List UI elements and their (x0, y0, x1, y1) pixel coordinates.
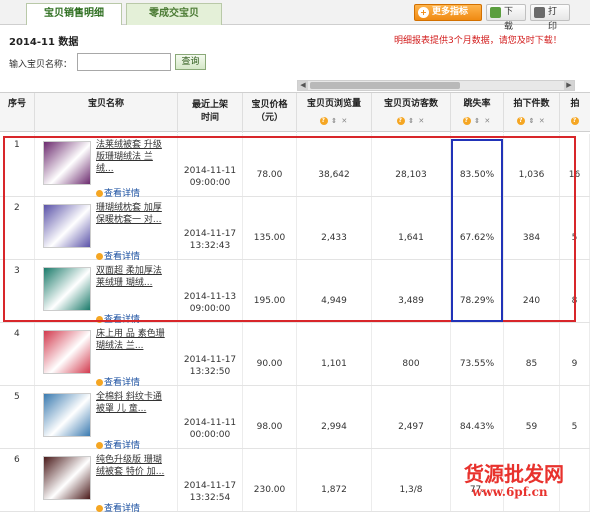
cell-time: 2014-11-11 00:00:00 (178, 386, 243, 448)
printer-icon (534, 7, 545, 18)
download-notice: 明细报表提供3个月数据，请您及时下载！ (394, 36, 562, 46)
row-index: 6 (0, 449, 35, 511)
table-row: 4 床上用 品 素色珊瑚绒法 兰... 查看详情 2014-11-17 13:32:5… (0, 323, 590, 388)
product-thumbnail[interactable] (43, 456, 91, 500)
col-views[interactable]: 宝贝页浏览量? ⇕ ✕ (297, 93, 372, 133)
cell-visitors: 2,497 (372, 386, 451, 448)
watermark-url: www.6pf.cn (472, 485, 548, 499)
tab-bar: 宝贝销售明细 零成交宝贝 + 更多指标 下载 打印 (0, 0, 590, 32)
period-title: 2014-11 数据 (9, 37, 79, 48)
view-detail-link[interactable]: 查看详情 (96, 501, 140, 514)
col-bounce[interactable]: 跳失率? ⇕ ✕ (451, 93, 504, 133)
sort-icon[interactable]: ? (560, 117, 590, 125)
col-price: 宝贝价格 （元） (243, 93, 297, 133)
search-button[interactable]: 查询 (175, 54, 206, 70)
cell-price: 98.00 (243, 386, 297, 448)
cell-views: 1,872 (297, 449, 372, 511)
cell-price: 230.00 (243, 449, 297, 511)
product-name-link[interactable]: 床上用 品 素色珊瑚绒法 兰... (96, 328, 168, 352)
col-index: 序号 (0, 93, 35, 133)
cell-views: 2,994 (297, 386, 372, 448)
scroll-thumb[interactable] (310, 82, 460, 89)
sort-icon[interactable]: ? ⇕ ✕ (504, 117, 559, 125)
detail-icon (96, 442, 103, 449)
row-index: 4 (0, 323, 35, 385)
plus-icon: + (418, 7, 429, 18)
search-input[interactable] (77, 53, 171, 71)
more-metrics-label: 更多指标 (432, 7, 469, 17)
sort-icon[interactable]: ? ⇕ ✕ (372, 117, 450, 125)
cell-time: 2014-11-17 13:32:50 (178, 323, 243, 385)
cell-qty: 59 (504, 386, 560, 448)
cell-extra: 5 (560, 386, 590, 448)
cell-views: 1,101 (297, 323, 372, 385)
col-time: 最近上架 时间 (178, 93, 243, 133)
product-name-link[interactable]: 全棉斜 斜纹卡通被罩 儿 童... (96, 391, 168, 415)
table-row: 5 全棉斜 斜纹卡通被罩 儿 童... 查看详情 2014-11-11 00:00:0… (0, 386, 590, 451)
download-label: 下载 (504, 7, 514, 32)
cell-extra (560, 449, 590, 511)
product-thumbnail[interactable] (43, 393, 91, 437)
more-metrics-button[interactable]: + 更多指标 (414, 4, 482, 21)
cell-visitors: 800 (372, 323, 451, 385)
cell-bounce: 84.43% (451, 386, 504, 448)
detail-icon (96, 505, 103, 512)
product-thumbnail[interactable] (43, 330, 91, 374)
scroll-right-icon[interactable]: ▶ (564, 81, 574, 90)
download-button[interactable]: 下载 (486, 4, 526, 32)
horizontal-scrollbar[interactable]: ◀ ▶ (297, 80, 575, 91)
table-header: 序号 宝贝名称 最近上架 时间 宝贝价格 （元） 宝贝页浏览量? ⇕ ✕ 宝贝页… (0, 92, 590, 133)
scroll-left-icon[interactable]: ◀ (298, 81, 308, 90)
row-index: 5 (0, 386, 35, 448)
download-icon (490, 7, 501, 18)
highlight-frame-blue (451, 139, 503, 322)
cell-qty: 85 (504, 323, 560, 385)
product-name-link[interactable]: 纯色升级版 珊瑚绒被套 特价 加... (96, 454, 168, 478)
tab-zero-sales[interactable]: 零成交宝贝 (126, 3, 222, 25)
cell-extra: 9 (560, 323, 590, 385)
watermark-title: 货源批发网 (464, 462, 564, 486)
detail-icon (96, 379, 103, 386)
search-label: 输入宝贝名称： (9, 60, 73, 70)
col-name: 宝贝名称 (35, 93, 178, 133)
tab-sales-detail[interactable]: 宝贝销售明细 (26, 3, 122, 25)
cell-time: 2014-11-17 13:32:54 (178, 449, 243, 511)
print-label: 打印 (548, 7, 558, 32)
cell-bounce: 73.55% (451, 323, 504, 385)
sort-icon[interactable]: ? ⇕ ✕ (451, 117, 503, 125)
cell-visitors: 1,3/8 (372, 449, 451, 511)
print-button[interactable]: 打印 (530, 4, 570, 32)
sort-icon[interactable]: ? ⇕ ✕ (297, 117, 371, 125)
cell-price: 90.00 (243, 323, 297, 385)
col-qty[interactable]: 拍下件数? ⇕ ✕ (504, 93, 560, 133)
col-extra[interactable]: 拍? (560, 93, 590, 133)
col-visitors[interactable]: 宝贝页访客数? ⇕ ✕ (372, 93, 451, 133)
